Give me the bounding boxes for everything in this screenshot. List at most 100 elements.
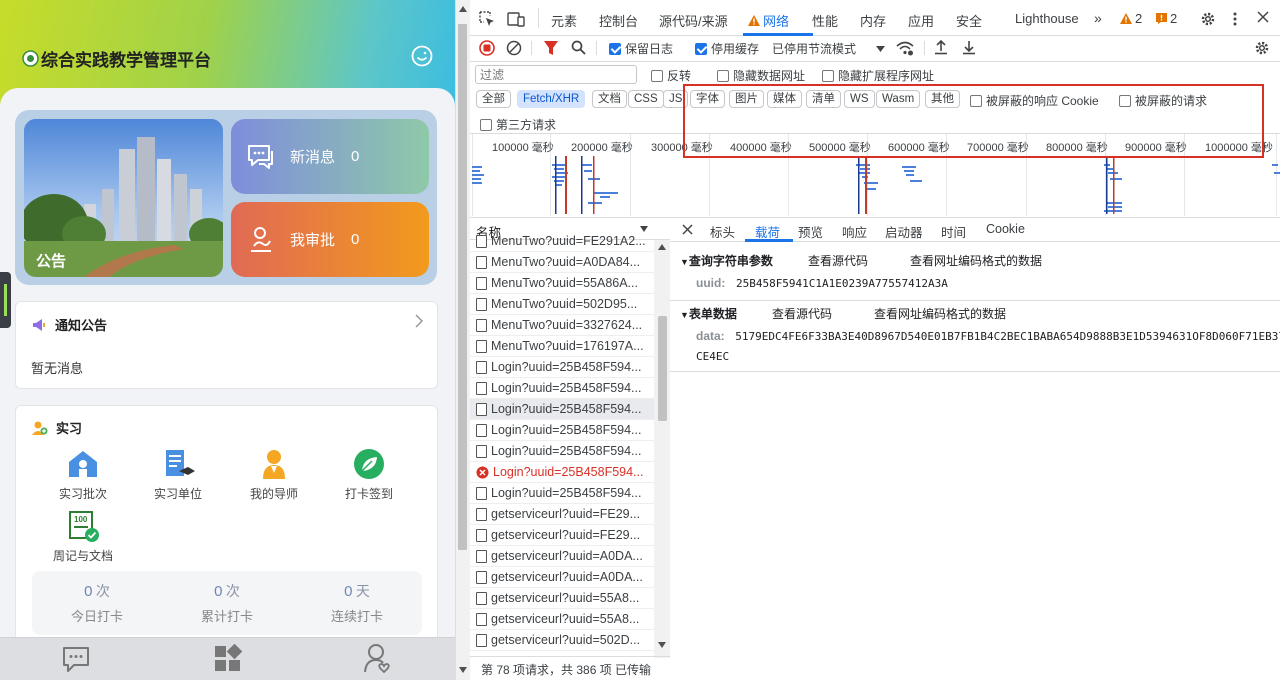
chevron-right-icon[interactable]: [414, 313, 424, 329]
file-icon: [476, 570, 487, 584]
more-tabs-icon[interactable]: »: [1094, 10, 1102, 26]
type-chip-doc[interactable]: 文档: [592, 90, 627, 108]
tab-console[interactable]: 控制台: [599, 11, 638, 30]
check-in-item[interactable]: 打卡签到: [324, 447, 414, 502]
request-row[interactable]: MenuTwo?uuid=A0DA84...: [470, 252, 654, 273]
file-icon: [476, 549, 487, 563]
detail-tab-headers[interactable]: 标头: [710, 222, 735, 241]
my-mentor-item[interactable]: 我的导师: [229, 447, 319, 502]
file-icon: [476, 255, 487, 269]
device-toolbar-icon[interactable]: [507, 11, 525, 27]
settings-gear-icon[interactable]: [1200, 11, 1216, 27]
request-row[interactable]: getserviceurl?uuid=55A8...: [470, 609, 654, 630]
request-name: getserviceurl?uuid=FE29...: [491, 507, 641, 521]
search-icon[interactable]: [571, 40, 586, 55]
warnings-counter[interactable]: 2: [1120, 11, 1142, 26]
network-settings-gear-icon[interactable]: [1254, 40, 1270, 56]
request-row[interactable]: MenuTwo?uuid=3327624...: [470, 315, 654, 336]
detail-tab-response[interactable]: 响应: [842, 222, 867, 241]
record-stop-icon[interactable]: [479, 40, 495, 56]
request-list-scrollbar[interactable]: [654, 240, 670, 658]
request-row[interactable]: MenuTwo?uuid=55A86A...: [470, 273, 654, 294]
tab-performance[interactable]: 性能: [812, 11, 838, 30]
preserve-log-checkbox[interactable]: 保留日志: [609, 40, 673, 57]
request-list-scroll-thumb[interactable]: [658, 316, 667, 421]
query-params-section-toggle[interactable]: ▼查询字符串参数: [680, 252, 773, 269]
request-row[interactable]: getserviceurl?uuid=FE29...: [470, 525, 654, 546]
filter-input[interactable]: [475, 65, 637, 84]
invert-checkbox[interactable]: 反转: [651, 67, 691, 84]
request-name: Login?uuid=25B458F594...: [491, 360, 642, 374]
clear-log-icon[interactable]: [506, 40, 522, 56]
profile-tab-icon[interactable]: [362, 642, 394, 674]
tab-security[interactable]: 安全: [956, 11, 982, 30]
side-drawer-handle[interactable]: [0, 272, 11, 328]
hide-data-urls-checkbox[interactable]: 隐藏数据网址: [717, 67, 805, 84]
form-data-section-toggle[interactable]: ▼表单数据: [680, 305, 737, 322]
request-row[interactable]: Login?uuid=25B458F594...: [470, 462, 654, 483]
new-message-tile[interactable]: 新消息 0: [231, 119, 429, 194]
section-divider: [670, 371, 1280, 372]
app-title: 综合实践教学管理平台: [22, 46, 211, 71]
warning-triangle-icon: [1120, 13, 1132, 24]
request-row[interactable]: getserviceurl?uuid=502D...: [470, 630, 654, 651]
detail-tab-preview[interactable]: 预览: [798, 222, 823, 241]
request-row[interactable]: getserviceurl?uuid=FE29...: [470, 504, 654, 525]
type-chip-css[interactable]: CSS: [628, 90, 664, 108]
request-row[interactable]: MenuTwo?uuid=FE291A2...: [470, 231, 654, 252]
disable-cache-checkbox[interactable]: 停用缓存: [695, 40, 759, 57]
tab-memory[interactable]: 内存: [860, 11, 886, 30]
request-row[interactable]: MenuTwo?uuid=176197A...: [470, 336, 654, 357]
export-har-icon[interactable]: [962, 40, 976, 55]
type-chip-all[interactable]: 全部: [476, 90, 511, 108]
import-har-icon[interactable]: [934, 40, 948, 55]
internship-batch-item[interactable]: 实习批次: [38, 447, 128, 502]
request-row[interactable]: Login?uuid=25B458F594...: [470, 357, 654, 378]
notice-card[interactable]: 通知公告 暂无消息: [15, 301, 438, 389]
tab-sources[interactable]: 源代码/来源: [659, 11, 728, 30]
filter-funnel-icon[interactable]: [544, 40, 558, 56]
request-row[interactable]: getserviceurl?uuid=55A8...: [470, 588, 654, 609]
weekly-journal-item[interactable]: 100 周记与文档: [38, 509, 128, 564]
request-row[interactable]: getserviceurl?uuid=A0DA...: [470, 546, 654, 567]
network-conditions-icon[interactable]: [896, 40, 914, 56]
request-row[interactable]: Login?uuid=25B458F594...: [470, 441, 654, 462]
request-row[interactable]: Login?uuid=25B458F594...: [470, 378, 654, 399]
request-row[interactable]: Login?uuid=25B458F594...: [470, 483, 654, 504]
hide-extension-urls-checkbox[interactable]: 隐藏扩展程序网址: [822, 67, 934, 84]
request-row[interactable]: Login?uuid=25B458F594...: [470, 399, 654, 420]
inspect-element-icon[interactable]: [479, 11, 495, 27]
mentor-person-icon: [257, 447, 291, 481]
request-name: getserviceurl?uuid=55A8...: [491, 591, 640, 605]
internship-unit-item[interactable]: 实习单位: [133, 447, 223, 502]
more-options-icon[interactable]: [1233, 11, 1237, 27]
issues-counter[interactable]: 2: [1156, 11, 1177, 26]
form-view-url-encoded-link[interactable]: 查看网址编码格式的数据: [874, 305, 1006, 322]
type-chip-fetch-xhr[interactable]: Fetch/XHR: [517, 90, 586, 108]
highlight-annotation-box: [683, 84, 1264, 158]
close-devtools-icon[interactable]: [1257, 11, 1269, 23]
close-detail-icon[interactable]: [682, 224, 693, 235]
file-icon: [476, 528, 487, 542]
my-approval-tile[interactable]: 我审批 0: [231, 202, 429, 277]
request-row[interactable]: getserviceurl?uuid=A0DA...: [470, 567, 654, 588]
throttling-select[interactable]: 已停用节流模式: [772, 40, 886, 57]
apps-tab-icon[interactable]: [213, 644, 243, 674]
detail-tab-initiator[interactable]: 启动器: [885, 222, 923, 241]
query-view-url-encoded-link[interactable]: 查看网址编码格式的数据: [910, 252, 1042, 269]
tab-application[interactable]: 应用: [908, 11, 934, 30]
detail-tab-cookies[interactable]: Cookie: [986, 222, 1025, 236]
tab-network[interactable]: 网络: [748, 11, 789, 30]
svg-text:100: 100: [74, 515, 88, 524]
form-view-source-link[interactable]: 查看源代码: [772, 305, 832, 322]
smiley-icon[interactable]: [411, 45, 433, 67]
tab-elements[interactable]: 元素: [551, 11, 577, 30]
chat-tab-icon[interactable]: [61, 644, 91, 674]
detail-tab-timing[interactable]: 时间: [941, 222, 966, 241]
query-view-source-link[interactable]: 查看源代码: [808, 252, 868, 269]
request-row[interactable]: MenuTwo?uuid=502D95...: [470, 294, 654, 315]
third-party-checkbox[interactable]: 第三方请求: [480, 116, 556, 133]
app-scrollbar-thumb[interactable]: [458, 24, 467, 550]
request-row[interactable]: Login?uuid=25B458F594...: [470, 420, 654, 441]
tab-lighthouse[interactable]: Lighthouse: [1015, 11, 1079, 26]
